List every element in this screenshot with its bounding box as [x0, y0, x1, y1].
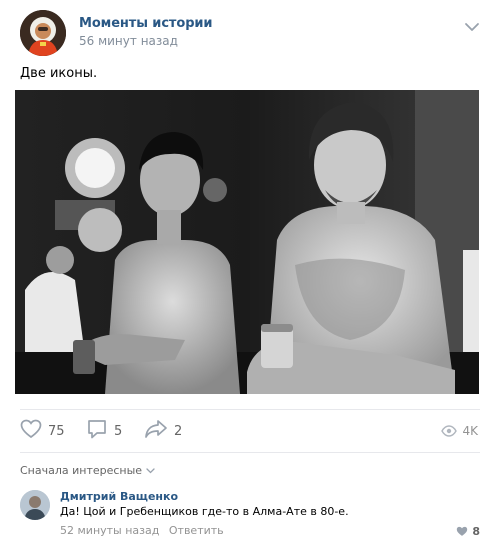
group-name[interactable]: Моменты истории: [79, 16, 213, 31]
post-text: Две иконы.: [20, 66, 98, 81]
comment-like-count: 8: [472, 525, 480, 538]
post-actions: 75 5 2 4K: [20, 418, 480, 446]
comment-author-name[interactable]: Дмитрий Ващенко: [60, 490, 178, 503]
views-count: 4K: [462, 424, 478, 438]
chevron-down-icon: [142, 464, 155, 477]
share-icon: [144, 419, 168, 443]
divider: [20, 452, 480, 453]
comment-like-button[interactable]: 8: [456, 522, 480, 541]
comment-author-avatar[interactable]: [20, 490, 50, 520]
comment-text: Да! Цой и Гребенщиков где-то в Алма-Ате …: [60, 505, 349, 518]
views-counter: 4K: [441, 418, 478, 444]
divider: [20, 409, 480, 410]
comment-time[interactable]: 52 минуты назад: [60, 524, 159, 537]
share-button[interactable]: 2: [144, 418, 182, 444]
heart-icon: [20, 419, 42, 443]
comments-sort-label: Сначала интересные: [20, 464, 143, 477]
group-avatar[interactable]: [20, 10, 66, 56]
comment-item: Дмитрий Ващенко Да! Цой и Гребенщиков гд…: [20, 488, 480, 542]
eye-icon: [441, 422, 458, 441]
comment-icon: [86, 418, 108, 444]
reply-button[interactable]: Ответить: [169, 524, 224, 537]
like-button[interactable]: 75: [20, 418, 65, 444]
post-photo[interactable]: [15, 90, 479, 394]
like-count: 75: [48, 423, 65, 439]
chevron-down-icon[interactable]: [464, 18, 480, 31]
heart-icon: [456, 522, 468, 541]
post-header: Моменты истории 56 минут назад: [20, 10, 480, 56]
comments-sort-toggle[interactable]: Сначала интересные: [20, 464, 155, 477]
comment-count: 5: [114, 423, 123, 439]
comment-button[interactable]: 5: [86, 418, 122, 444]
post-time[interactable]: 56 минут назад: [79, 34, 178, 48]
comment-meta: 52 минуты назад Ответить: [60, 524, 224, 537]
share-count: 2: [174, 423, 183, 439]
